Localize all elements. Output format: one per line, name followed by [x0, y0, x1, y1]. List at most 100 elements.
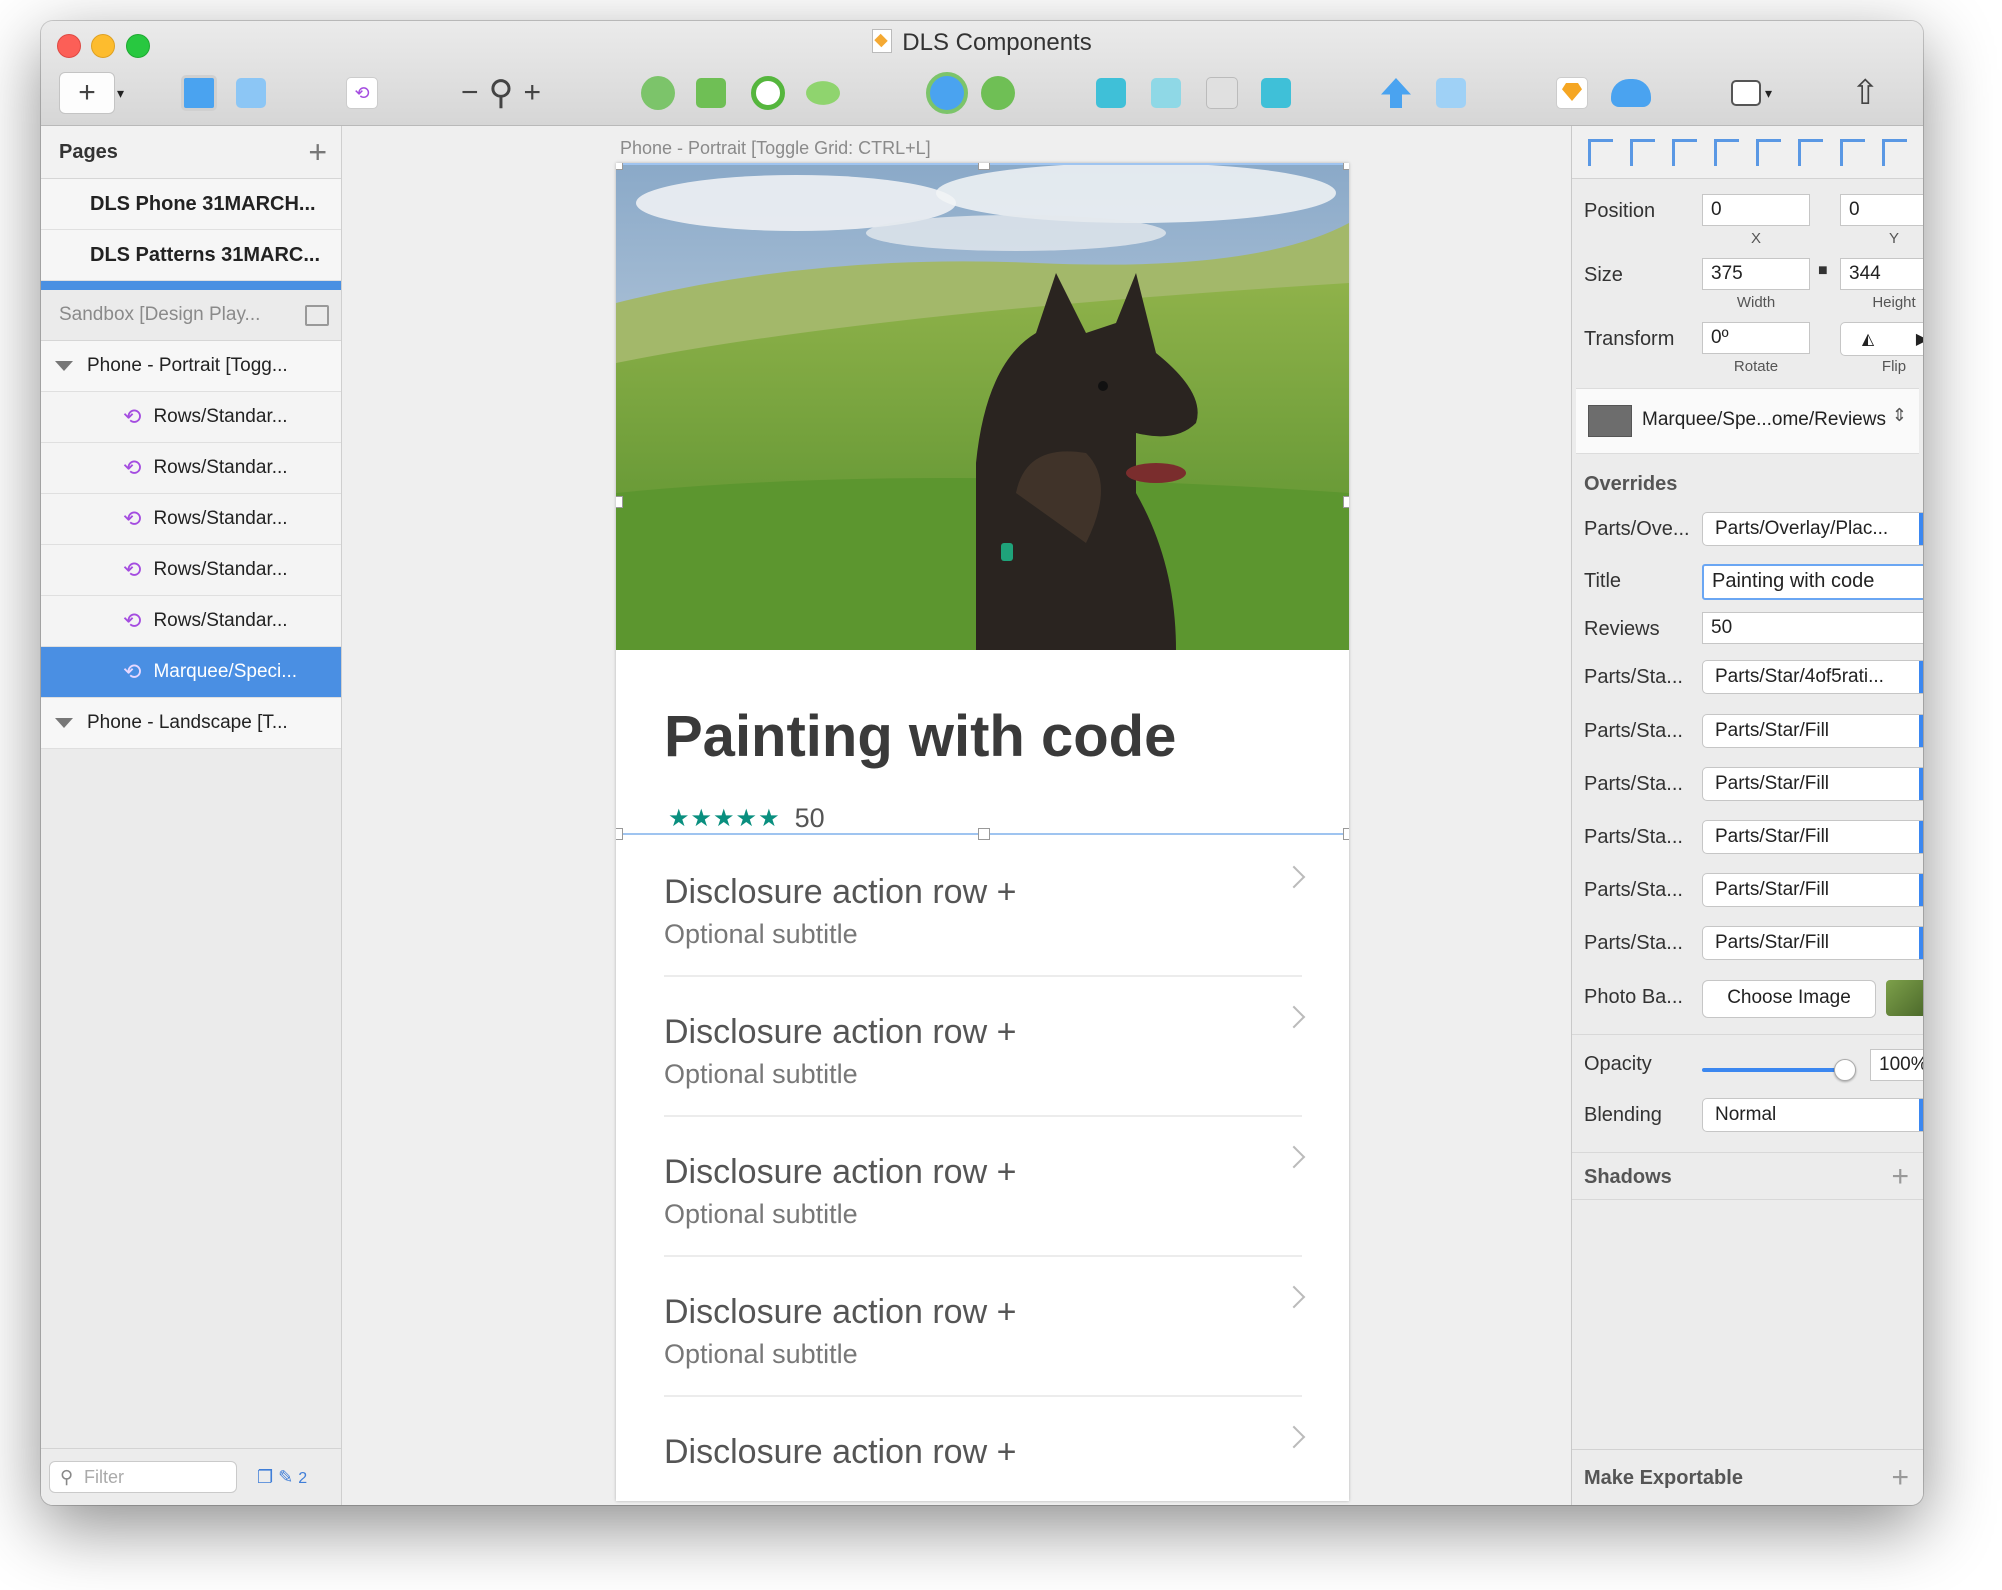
pages-resize-handle[interactable]	[41, 281, 341, 290]
stepper-chevron-icon[interactable]: ⇕	[1892, 405, 1907, 426]
layer-phone-landscape[interactable]: Phone - Landscape [T...	[41, 698, 341, 749]
photo-thumbnail[interactable]	[1886, 980, 1923, 1016]
page-item-dls-patterns[interactable]: DLS Patterns 31MARC...	[41, 230, 341, 281]
resize-handle[interactable]	[1343, 828, 1349, 840]
arrow-down-icon	[1436, 78, 1466, 108]
align-middle-icon[interactable]	[1839, 138, 1865, 166]
symbol-selector[interactable]: Marquee/Spe...ome/Reviews ⇕	[1572, 388, 1923, 454]
transform-button[interactable]	[696, 71, 726, 115]
create-symbol-button[interactable]: ⟲	[346, 71, 378, 115]
choose-image-button[interactable]: Choose Image	[1702, 980, 1876, 1018]
cloud-button[interactable]	[1611, 71, 1651, 115]
filter-input[interactable]: ⚲ Filter	[49, 1461, 237, 1493]
override-dropdown[interactable]: Parts/Star/Fill▲▼	[1702, 873, 1923, 907]
align-center-icon[interactable]	[1714, 138, 1740, 166]
mirror-button[interactable]	[1556, 71, 1588, 115]
add-page-icon[interactable]: +	[308, 136, 327, 168]
resize-handle[interactable]	[1343, 163, 1349, 170]
group-button[interactable]	[181, 71, 217, 115]
disclosure-row[interactable]: Disclosure action row + Optional subtitl…	[664, 835, 1306, 977]
opacity-slider-track[interactable]	[1702, 1068, 1844, 1072]
override-dropdown[interactable]: Parts/Overlay/Plac...▲▼	[1702, 512, 1923, 546]
layer-rows-3[interactable]: ⟲ Rows/Standar...	[41, 494, 341, 545]
transform-row: Transform 0º Rotate ◭ ▶ Flip	[1572, 316, 1923, 376]
ungroup-button[interactable]	[236, 71, 266, 115]
distribute-horizontal-icon[interactable]	[1588, 138, 1614, 166]
zoom-control[interactable]: − ⚲ +	[461, 71, 541, 115]
distribute-vertical-icon[interactable]	[1630, 138, 1656, 166]
difference-button[interactable]	[1261, 71, 1291, 115]
override-dropdown[interactable]: Parts/Star/Fill▲▼	[1702, 926, 1923, 960]
override-dropdown[interactable]: Parts/Star/4of5rati...▲▼	[1702, 660, 1923, 694]
resize-handle[interactable]	[616, 163, 623, 170]
resize-handle[interactable]	[616, 828, 623, 840]
rotate-button[interactable]	[751, 71, 785, 115]
scale-button[interactable]	[981, 71, 1015, 115]
artboard-label[interactable]: Phone - Portrait [Toggle Grid: CTRL+L]	[620, 138, 931, 159]
layer-rows-2[interactable]: ⟲ Rows/Standar...	[41, 443, 341, 494]
disclosure-row[interactable]: Disclosure action row + Optional subtitl…	[664, 1255, 1306, 1397]
transform-icon	[696, 78, 726, 108]
copy-icon[interactable]: ❐	[257, 1467, 273, 1487]
blending-dropdown[interactable]: Normal▲▼	[1702, 1098, 1923, 1132]
rotate-field[interactable]: 0º	[1702, 322, 1810, 354]
height-field[interactable]: 344	[1840, 258, 1923, 290]
override-dropdown[interactable]: Parts/Star/Fill▲▼	[1702, 767, 1923, 801]
resize-handle[interactable]	[978, 163, 990, 170]
lock-icon[interactable]: ■	[1818, 262, 1828, 280]
opacity-slider-handle[interactable]	[1834, 1059, 1856, 1081]
align-top-icon[interactable]	[1797, 138, 1823, 166]
flip-vertical-icon[interactable]: ▶	[1916, 329, 1923, 349]
flip-horizontal-icon[interactable]: ◭	[1862, 329, 1874, 349]
x-field[interactable]: 0	[1702, 194, 1810, 226]
override-dropdown[interactable]: Parts/Star/Fill▲▼	[1702, 714, 1923, 748]
disclosure-row[interactable]: Disclosure action row + Optional subtitl…	[664, 975, 1306, 1117]
pen-icon[interactable]: ✎	[278, 1467, 293, 1487]
insert-button[interactable]: + ▾	[59, 71, 124, 115]
align-bottom-icon[interactable]	[1881, 138, 1907, 166]
align-left-icon[interactable]	[1672, 138, 1698, 166]
align-right-icon[interactable]	[1755, 138, 1781, 166]
backward-button[interactable]	[1436, 71, 1466, 115]
add-export-icon[interactable]: +	[1891, 1450, 1909, 1505]
edit-button[interactable]	[641, 71, 675, 115]
marquee-photo[interactable]	[616, 163, 1349, 650]
union-button[interactable]	[1096, 71, 1126, 115]
opacity-field[interactable]: 100%	[1870, 1049, 1923, 1081]
disclosure-row[interactable]: Disclosure action row +	[664, 1395, 1306, 1501]
resize-handle[interactable]	[1343, 496, 1349, 508]
artboard-phone-portrait[interactable]: Painting with code ★★★★★ 50 Disclosure a…	[616, 163, 1349, 1501]
layer-marquee-selected[interactable]: ⟲ Marquee/Speci...	[41, 647, 341, 698]
zoom-in-icon[interactable]: +	[523, 76, 541, 110]
disclosure-triangle-icon[interactable]	[55, 718, 73, 728]
view-button[interactable]: ▾	[1731, 71, 1772, 115]
y-field[interactable]: 0	[1840, 194, 1923, 226]
export-button[interactable]: ⇧	[1851, 71, 1880, 115]
reviews-input[interactable]: 50	[1702, 612, 1923, 644]
layer-rows-4[interactable]: ⟲ Rows/Standar...	[41, 545, 341, 596]
layer-rows-5[interactable]: ⟲ Rows/Standar...	[41, 596, 341, 647]
flatten-button[interactable]	[799, 71, 847, 115]
layer-phone-portrait[interactable]: Phone - Portrait [Togg...	[41, 341, 341, 392]
width-field[interactable]: 375	[1702, 258, 1810, 290]
override-dropdown[interactable]: Parts/Star/Fill▲▼	[1702, 820, 1923, 854]
chevron-right-icon	[1282, 865, 1306, 889]
override-row: Parts/Sta... Parts/Star/Fill▲▼	[1572, 816, 1923, 860]
canvas[interactable]: Phone - Portrait [Toggle Grid: CTRL+L] P…	[342, 126, 1571, 1505]
intersect-button[interactable]	[1206, 71, 1238, 115]
layer-sandbox[interactable]: Sandbox [Design Play...	[41, 290, 341, 341]
footer-icons[interactable]: ❐ ✎ 2	[257, 1467, 307, 1488]
title-input[interactable]: Painting with code	[1702, 564, 1923, 600]
symbol-icon: ⟲	[346, 77, 378, 109]
resize-handle[interactable]	[616, 496, 623, 508]
zoom-out-icon[interactable]: −	[461, 76, 479, 110]
disclosure-triangle-icon[interactable]	[55, 361, 73, 371]
add-shadow-icon[interactable]: +	[1891, 1153, 1909, 1201]
disclosure-row[interactable]: Disclosure action row + Optional subtitl…	[664, 1115, 1306, 1257]
forward-button[interactable]	[1381, 71, 1411, 115]
flip-control[interactable]: ◭ ▶	[1840, 322, 1923, 356]
subtract-button[interactable]	[1151, 71, 1181, 115]
layer-rows-1[interactable]: ⟲ Rows/Standar...	[41, 392, 341, 443]
mask-button[interactable]	[926, 71, 968, 115]
page-item-dls-phone[interactable]: DLS Phone 31MARCH...	[41, 179, 341, 230]
